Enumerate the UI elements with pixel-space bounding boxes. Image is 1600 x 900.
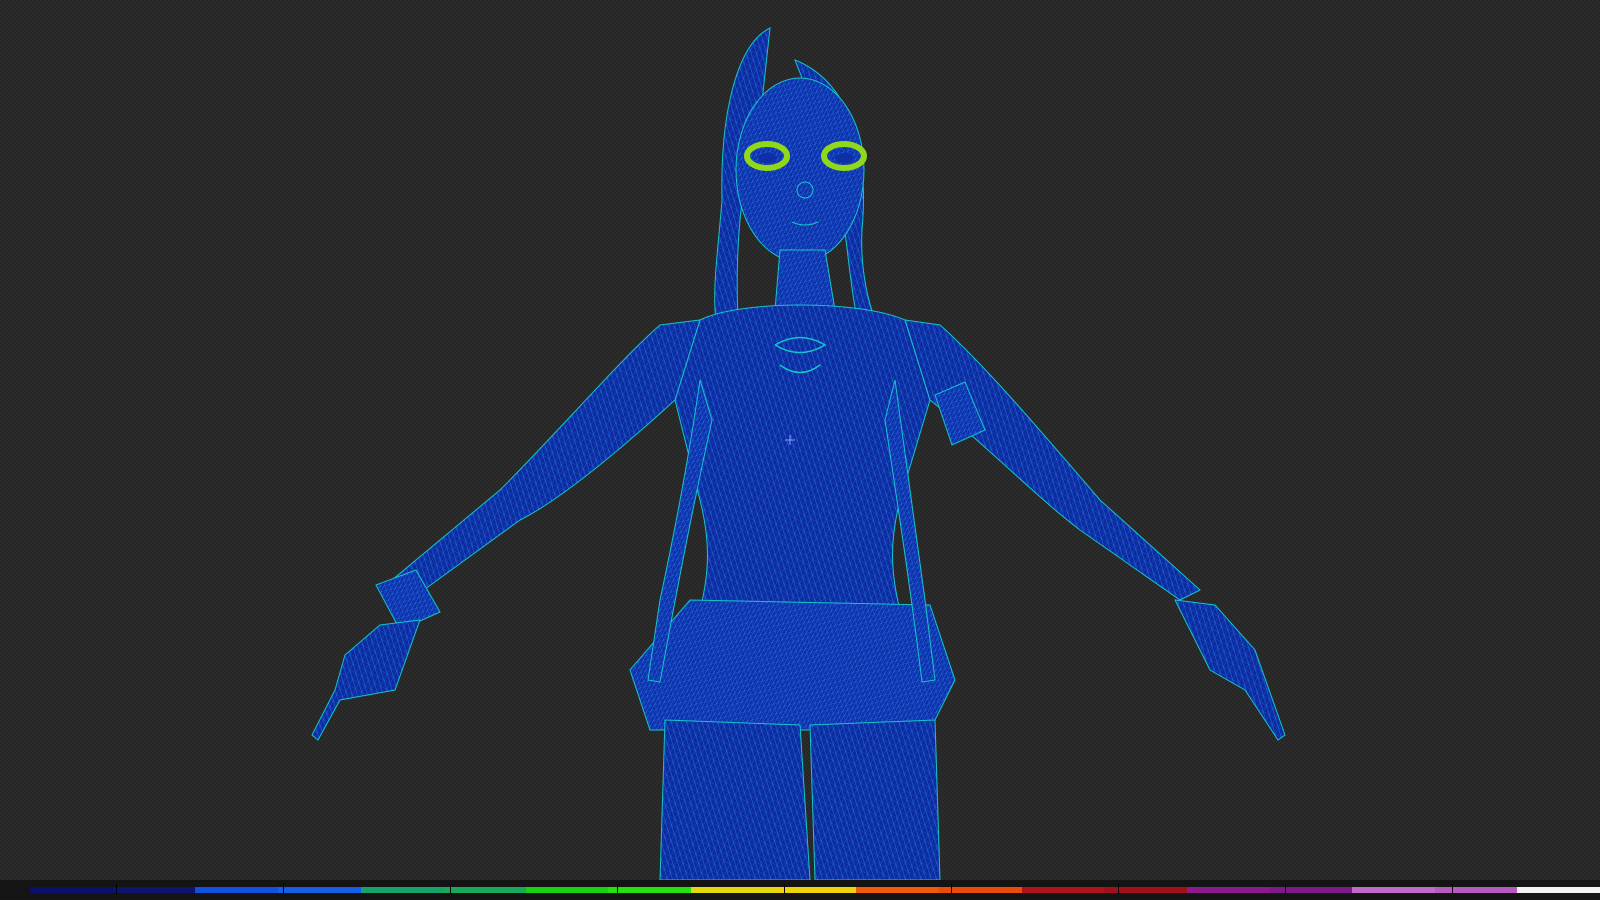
complexity-segment-1	[112, 887, 196, 893]
complexity-segment-5	[443, 887, 526, 893]
complexity-segment-3	[277, 887, 361, 893]
complexity-segment-17	[1434, 887, 1518, 893]
character-wireframe-mesh[interactable]	[0, 0, 1600, 880]
legend-tick	[784, 884, 785, 894]
legend-tick	[116, 884, 117, 894]
complexity-segment-9	[773, 887, 857, 893]
complexity-segment-16	[1352, 887, 1435, 893]
legend-tick	[450, 884, 451, 894]
complexity-color-strip	[30, 887, 1600, 893]
belt	[629, 599, 956, 731]
complexity-segment-8	[691, 887, 774, 893]
complexity-segment-6	[525, 887, 609, 893]
legend-tick	[1118, 884, 1119, 894]
complexity-segment-13	[1104, 887, 1187, 893]
right-hand	[1174, 599, 1286, 741]
legend-tick	[283, 884, 284, 894]
right-arm	[904, 319, 1201, 601]
left-arm	[378, 319, 701, 601]
complexity-segment-18	[1517, 887, 1600, 893]
left-hand	[311, 619, 421, 741]
complexity-segment-2	[195, 887, 278, 893]
complexity-segment-15	[1269, 887, 1352, 893]
legend-tick	[951, 884, 952, 894]
complexity-segment-0	[30, 887, 113, 893]
shader-complexity-legend	[0, 880, 1600, 900]
complexity-segment-14	[1186, 887, 1270, 893]
complexity-segment-10	[856, 887, 939, 893]
complexity-segment-7	[608, 887, 691, 893]
complexity-segment-4	[360, 887, 444, 893]
left-leg	[659, 719, 811, 880]
complexity-segment-12	[1021, 887, 1105, 893]
legend-tick	[617, 884, 618, 894]
legend-tick	[1452, 884, 1453, 894]
legend-tick	[1285, 884, 1286, 894]
right-leg	[809, 719, 941, 880]
3d-viewport[interactable]	[0, 0, 1600, 900]
neck	[774, 249, 836, 311]
